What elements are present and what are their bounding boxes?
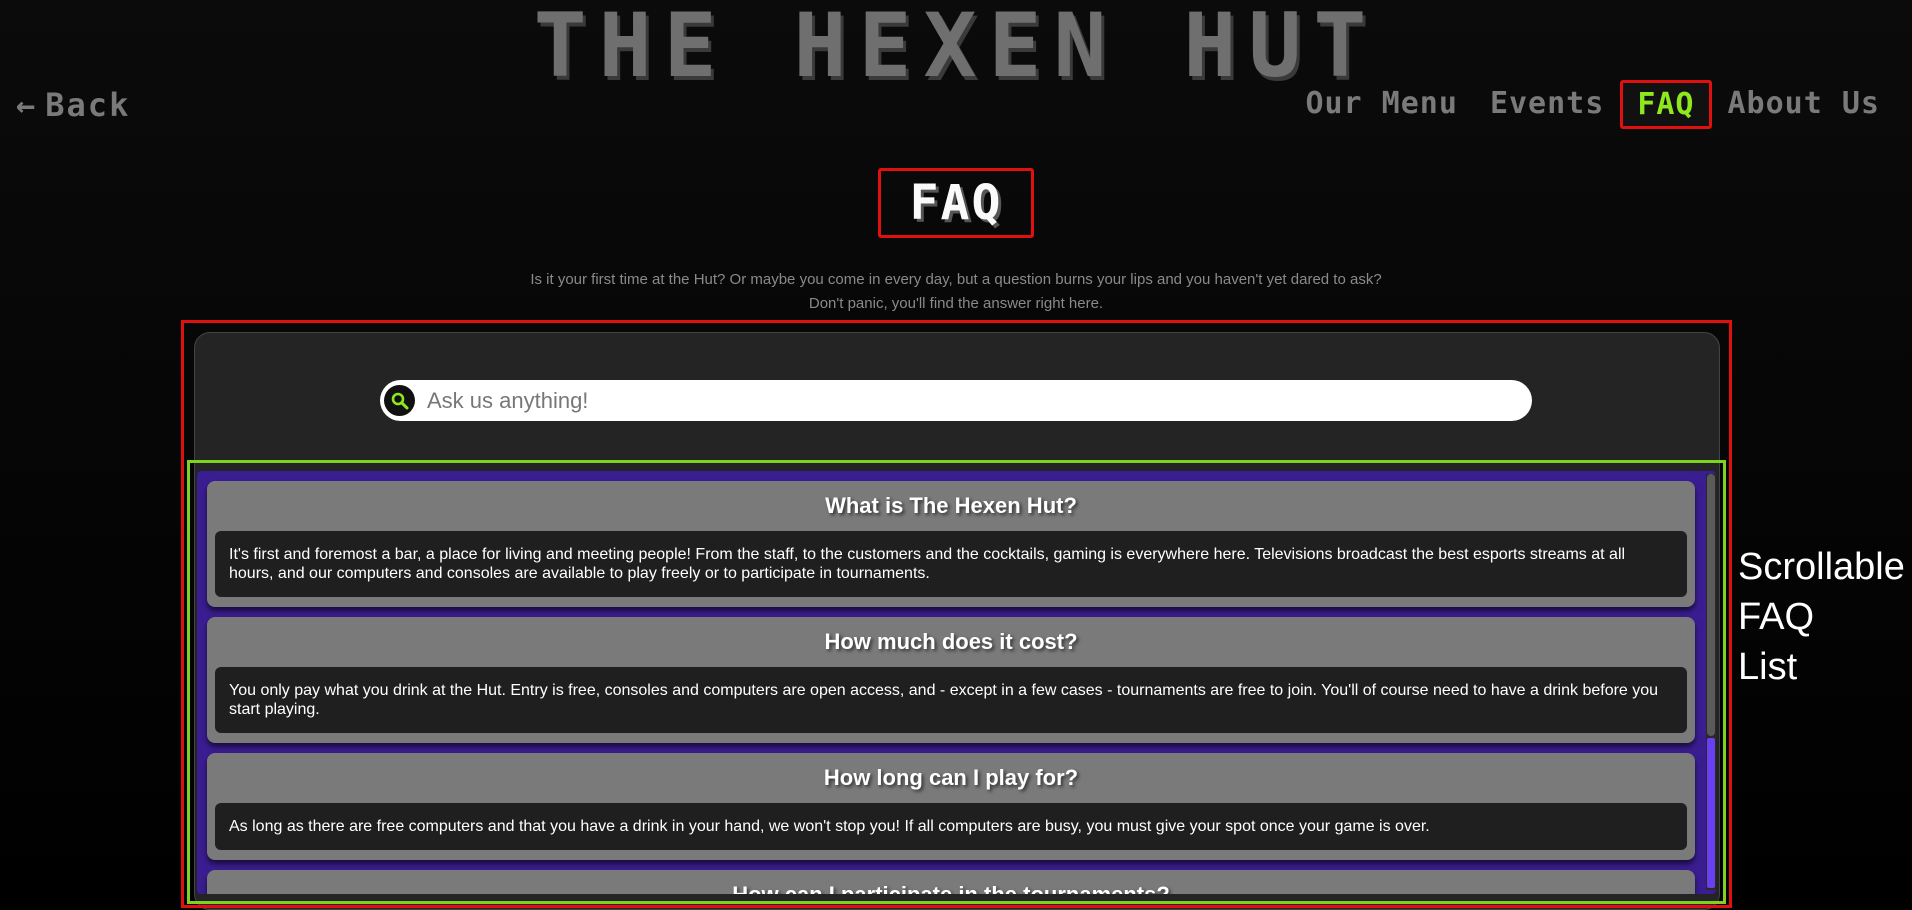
nav-item-events[interactable]: Events	[1474, 80, 1620, 129]
search-input[interactable]	[425, 386, 1509, 415]
search-bar[interactable]	[380, 380, 1532, 421]
main-nav: Our Menu Events FAQ About Us	[1289, 80, 1896, 129]
annotation-line-3: List	[1738, 646, 1798, 688]
back-link[interactable]: ← Back	[16, 86, 130, 124]
back-link-label: Back	[45, 86, 131, 124]
search-icon[interactable]	[384, 385, 415, 416]
intro-line-1: Is it your first time at the Hut? Or may…	[530, 271, 1382, 288]
nav-item-faq[interactable]: FAQ	[1620, 80, 1712, 129]
arrow-left-icon: ←	[16, 86, 38, 124]
nav-item-about-us[interactable]: About Us	[1712, 80, 1897, 129]
annotation-line-2: FAQ	[1738, 596, 1815, 638]
page-title: FAQ	[909, 175, 1003, 231]
annotation: Scrollable FAQ List	[1738, 542, 1905, 692]
intro-line-2: Don't panic, you'll find the answer righ…	[808, 295, 1104, 312]
nav-item-our-menu[interactable]: Our Menu	[1289, 80, 1474, 129]
faq-list-highlight	[187, 460, 1726, 904]
page-intro: Is it your first time at the Hut? Or may…	[0, 268, 1912, 316]
annotation-line-1: Scrollable	[1738, 546, 1905, 588]
page-title-highlight: FAQ	[878, 168, 1034, 238]
